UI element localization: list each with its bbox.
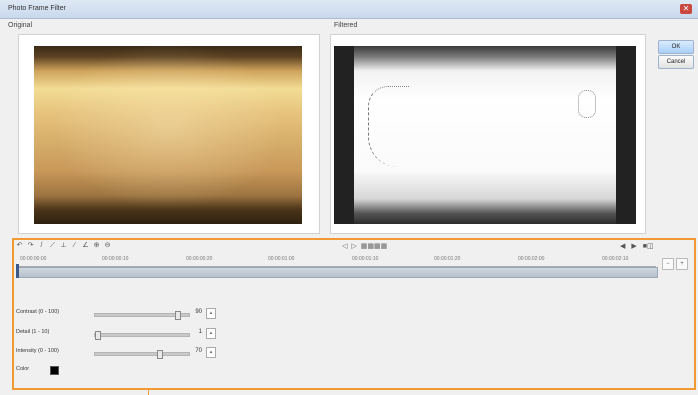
zoom-out-button[interactable]: − [662, 258, 674, 270]
slider-thumb[interactable] [157, 350, 163, 359]
detail-slider[interactable] [94, 331, 190, 340]
param-label: Intensity (0 - 100) [16, 348, 59, 354]
slider-thumb[interactable] [95, 331, 101, 340]
tick-label: 00:00:02:00 [518, 256, 545, 262]
original-image [34, 46, 302, 224]
undo-icon[interactable]: ↶ [16, 242, 23, 249]
tick-label: 00:00:01:00 [268, 256, 295, 262]
param-label: Detail (1 - 10) [16, 329, 50, 335]
contrast-slider[interactable] [94, 311, 190, 320]
filtered-label: Filtered [334, 22, 358, 29]
brush-icon[interactable]: ⟋ [49, 242, 56, 249]
param-label: Contrast (0 - 100) [16, 309, 60, 315]
zoom2-icon[interactable]: ⊖ [104, 242, 111, 249]
redo-icon[interactable]: ↷ [27, 242, 34, 249]
tick-label: 00:00:02:10 [602, 256, 629, 262]
tick-label: 00:00:00:00 [20, 256, 47, 262]
right-tools: ◀ ▶ ■◫ [620, 242, 654, 250]
view-toggle-icon[interactable]: ■◫ [643, 242, 654, 250]
scroll-left-button[interactable]: ◀ [620, 242, 625, 250]
window-title: Photo Frame Filter [8, 5, 66, 12]
filtered-image [334, 46, 636, 224]
cancel-button[interactable]: Cancel [658, 55, 694, 69]
param-value: 90 [195, 309, 202, 315]
tick-label: 00:00:01:10 [352, 256, 379, 262]
zoom-in-button[interactable]: + [676, 258, 688, 270]
tick-label: 00:00:01:20 [434, 256, 461, 262]
slider-thumb[interactable] [175, 311, 181, 320]
timeline-toolbar: ↶ ↷ / ⟋ ⟂ ∕ ∠ ⊕ ⊖ [16, 242, 111, 252]
intensity-slider[interactable] [94, 350, 190, 359]
next-frame-button[interactable]: ▷ [351, 242, 356, 250]
tick-label: 00:00:00:20 [186, 256, 213, 262]
pencil-icon[interactable]: / [38, 242, 45, 249]
scroll-right-button[interactable]: ▶ [631, 242, 636, 250]
param-value: 70 [195, 348, 202, 354]
playhead-handle[interactable] [16, 264, 19, 278]
sketch-lines [368, 86, 409, 167]
pen2-icon[interactable]: ∠ [82, 242, 89, 249]
timeline-ruler: 00:00:00:00 00:00:00:10 00:00:00:20 00:0… [16, 256, 656, 267]
annotation-pointer [148, 390, 149, 395]
original-label: Original [8, 22, 33, 29]
color-swatch[interactable] [50, 366, 59, 375]
ok-button[interactable]: OK [658, 40, 694, 54]
sketch-motif [578, 90, 596, 118]
intensity-spinner[interactable]: ▴ [206, 347, 216, 358]
param-value: 1 [198, 329, 202, 335]
eraser-icon[interactable]: ⟂ [60, 242, 67, 249]
title-bar: Photo Frame Filter ✕ [0, 0, 698, 19]
frame-grid-icon[interactable]: ▦▦▦▦ [361, 242, 387, 250]
detail-spinner[interactable]: ▴ [206, 328, 216, 339]
tick-label: 00:00:00:10 [102, 256, 129, 262]
timeline-track[interactable] [16, 267, 658, 278]
close-button[interactable]: ✕ [680, 4, 692, 14]
transport-controls: ◁ ▷ ▦▦▦▦ [342, 242, 387, 250]
contrast-spinner[interactable]: ▴ [206, 308, 216, 319]
prev-frame-button[interactable]: ◁ [342, 242, 347, 250]
pen-icon[interactable]: ∕ [71, 242, 78, 249]
zoom-icon[interactable]: ⊕ [93, 242, 100, 249]
